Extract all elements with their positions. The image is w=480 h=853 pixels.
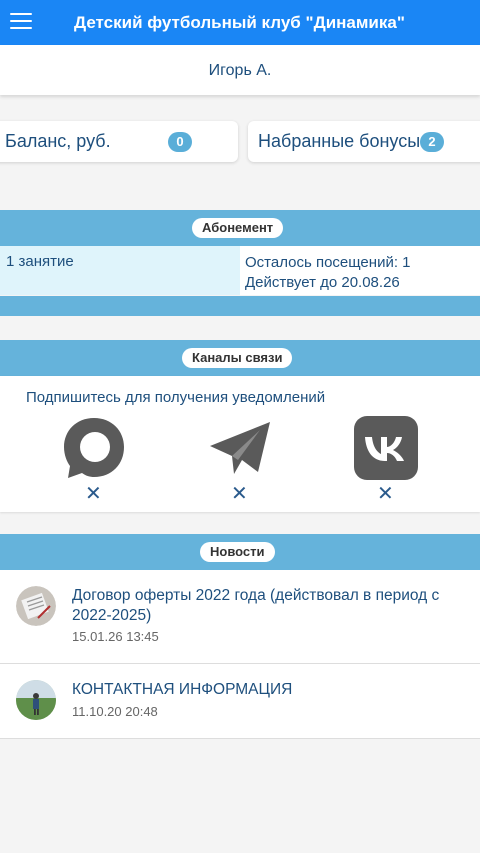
channels-heading: Каналы связи bbox=[182, 348, 293, 368]
bonuses-label: Набранные бонусы bbox=[258, 131, 421, 151]
telegram-icon bbox=[210, 422, 270, 474]
app-title: Детский футбольный клуб "Динамика" bbox=[74, 13, 405, 32]
vk-icon bbox=[354, 416, 418, 480]
news-item[interactable]: Договор оферты 2022 года (действовал в п… bbox=[0, 570, 480, 664]
news-date: 15.01.26 13:45 bbox=[72, 629, 159, 644]
news-header: Новости bbox=[0, 534, 480, 570]
balance-badge: 0 bbox=[168, 132, 192, 152]
news-item[interactable]: КОНТАКТНАЯ ИНФОРМАЦИЯ 11.10.20 20:48 bbox=[0, 664, 480, 739]
subscription-valid-until: Действует до 20.08.26 bbox=[245, 274, 400, 291]
bonuses-badge: 2 bbox=[420, 132, 444, 152]
vk-channel[interactable]: ✕ bbox=[354, 416, 418, 506]
balance-card[interactable]: Баланс, руб. 0 bbox=[0, 121, 238, 162]
news-heading: Новости bbox=[200, 542, 275, 562]
news-thumbnail bbox=[16, 586, 56, 626]
news-title: КОНТАКТНАЯ ИНФОРМАЦИЯ bbox=[72, 681, 293, 698]
channels-header: Каналы связи bbox=[0, 340, 480, 376]
telegram-not-connected-icon: ✕ bbox=[231, 483, 248, 505]
news-date: 11.10.20 20:48 bbox=[72, 704, 158, 719]
subscription-details: Осталось посещений: 1 Действует до 20.08… bbox=[245, 253, 411, 293]
subscription-footer bbox=[0, 296, 480, 316]
max-not-connected-icon: ✕ bbox=[85, 483, 102, 505]
hamburger-menu-icon[interactable] bbox=[10, 13, 32, 31]
app-header: Детский футбольный клуб "Динамика" bbox=[0, 0, 480, 45]
news-title: Договор оферты 2022 года (действовал в п… bbox=[72, 587, 440, 624]
news-thumbnail bbox=[16, 680, 56, 720]
max-messenger-icon bbox=[64, 418, 124, 478]
subscription-header: Абонемент bbox=[0, 210, 480, 246]
telegram-channel[interactable]: ✕ bbox=[208, 416, 272, 506]
user-name[interactable]: Игорь А. bbox=[0, 45, 480, 95]
subscription-remaining: Осталось посещений: 1 bbox=[245, 254, 411, 271]
subscription-row[interactable]: 1 занятие Осталось посещений: 1 Действуе… bbox=[0, 246, 480, 295]
subscription-heading: Абонемент bbox=[192, 218, 284, 238]
vk-not-connected-icon: ✕ bbox=[377, 483, 394, 505]
balance-label: Баланс, руб. bbox=[5, 131, 111, 151]
max-messenger-channel[interactable]: ✕ bbox=[62, 416, 126, 506]
bonuses-card[interactable]: Набранные бонусы 2 bbox=[248, 121, 480, 162]
subscribe-prompt: Подпишитесь для получения уведомлений bbox=[26, 389, 326, 406]
subscription-name: 1 занятие bbox=[0, 246, 240, 295]
channels-panel: Подпишитесь для получения уведомлений ✕ … bbox=[0, 376, 480, 512]
